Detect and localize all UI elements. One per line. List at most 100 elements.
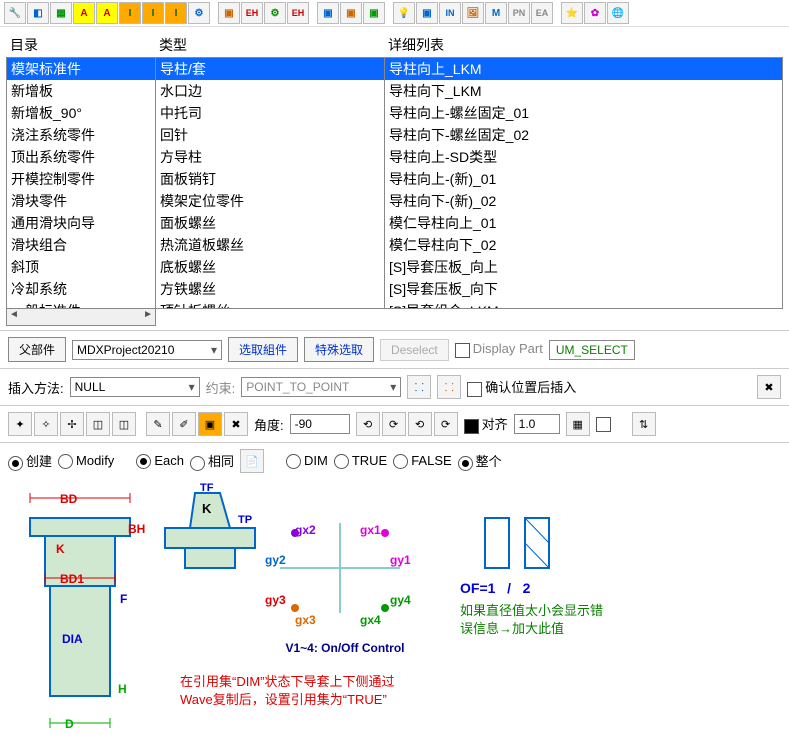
list-item[interactable]: 导柱向下_LKM (385, 80, 782, 102)
grid-checkbox[interactable] (596, 417, 611, 432)
insert-method-dropdown[interactable]: NULL (70, 377, 200, 397)
tb-icon[interactable]: 💡 (393, 2, 415, 24)
tb-icon[interactable]: EH (287, 2, 309, 24)
dim-radio[interactable]: DIM (286, 453, 328, 469)
info-icon[interactable]: 📄 (240, 449, 264, 473)
close-icon[interactable]: ✖ (757, 375, 781, 399)
list-item[interactable]: 回针 (156, 124, 384, 146)
tb-icon[interactable]: M (485, 2, 507, 24)
list-item[interactable]: 底板螺丝 (156, 256, 384, 278)
list-item[interactable]: 顶出系统零件 (7, 146, 155, 168)
same-radio[interactable]: 相同 (190, 451, 234, 470)
align-step-field[interactable] (514, 414, 560, 434)
tb-icon[interactable]: A (73, 2, 95, 24)
snap-icon[interactable]: ▣ (198, 412, 222, 436)
grid-icon[interactable]: ▦ (566, 412, 590, 436)
false-radio[interactable]: FALSE (393, 453, 451, 469)
list-item[interactable]: 导柱向上-螺丝固定_01 (385, 102, 782, 124)
snap-icon[interactable]: ✎ (146, 412, 170, 436)
tb-icon[interactable]: ⚙ (188, 2, 210, 24)
list-item[interactable]: 开模控制零件 (7, 168, 155, 190)
tb-icon[interactable]: ▣ (363, 2, 385, 24)
snap-icon[interactable]: ✖ (224, 412, 248, 436)
place-icon[interactable]: ⸬ (407, 375, 431, 399)
tb-icon[interactable]: 🔧 (4, 2, 26, 24)
detail-list[interactable]: 导柱向上_LKM导柱向下_LKM导柱向上-螺丝固定_01导柱向下-螺丝固定_02… (384, 57, 783, 309)
list-item[interactable]: 滑块零件 (7, 190, 155, 212)
list-item[interactable]: 面板销钉 (156, 168, 384, 190)
list-item[interactable]: 面板螺丝 (156, 212, 384, 234)
tb-icon[interactable]: I (165, 2, 187, 24)
tb-icon[interactable]: A (96, 2, 118, 24)
list-item[interactable]: 导柱向上-SD类型 (385, 146, 782, 168)
display-part-checkbox[interactable]: Display Part (455, 341, 543, 357)
list-item[interactable]: 模架标准件 (7, 58, 155, 80)
list-item[interactable]: 导柱向上-(新)_01 (385, 168, 782, 190)
list-item[interactable]: 模仁导柱向下_02 (385, 234, 782, 256)
snap-icon[interactable]: ◫ (112, 412, 136, 436)
list-item[interactable]: [S]导套组合_LKM (385, 300, 782, 309)
deselect-button[interactable]: Deselect (380, 339, 449, 361)
list-item[interactable]: 中托司 (156, 102, 384, 124)
tb-icon[interactable]: EH (241, 2, 263, 24)
confirm-pos-checkbox[interactable]: 确认位置后插入 (467, 377, 576, 396)
tb-icon[interactable]: I (142, 2, 164, 24)
list-item[interactable]: 导柱向下-螺丝固定_02 (385, 124, 782, 146)
tb-icon[interactable]: ⭐ (561, 2, 583, 24)
list-item[interactable]: 通用滑块向导 (7, 212, 155, 234)
rotate-icon[interactable]: ⟲ (356, 412, 380, 436)
true-radio[interactable]: TRUE (334, 453, 387, 469)
sort-icon[interactable]: ⇅ (632, 412, 656, 436)
list-item[interactable]: 冷却系统 (7, 278, 155, 300)
list-item[interactable]: 模架定位零件 (156, 190, 384, 212)
tb-icon[interactable]: IN (439, 2, 461, 24)
list-item[interactable]: 模仁导柱向上_01 (385, 212, 782, 234)
list-item[interactable]: 新增板 (7, 80, 155, 102)
special-select-button[interactable]: 特殊选取 (304, 337, 374, 362)
modify-radio[interactable]: Modify (58, 453, 114, 469)
each-radio[interactable]: Each (136, 453, 184, 469)
tb-icon[interactable]: ▣ (340, 2, 362, 24)
rotate-icon[interactable]: ⟲ (408, 412, 432, 436)
snap-icon[interactable]: ✧ (34, 412, 58, 436)
whole-radio[interactable]: 整个 (458, 451, 502, 470)
rotate-icon[interactable]: ⟳ (382, 412, 406, 436)
rotate-icon[interactable]: ⟳ (434, 412, 458, 436)
list-item[interactable]: 斜顶 (7, 256, 155, 278)
parent-label-button[interactable]: 父部件 (8, 337, 66, 362)
list-item[interactable]: 导柱/套 (156, 58, 384, 80)
list-item[interactable]: 导柱向下-(新)_02 (385, 190, 782, 212)
list-item[interactable]: 浇注系统零件 (7, 124, 155, 146)
align-checkbox[interactable]: 对齐 (464, 414, 508, 433)
tb-icon[interactable]: ▦ (50, 2, 72, 24)
tb-icon[interactable]: EA (531, 2, 553, 24)
list-item[interactable]: [S]导套压板_向上 (385, 256, 782, 278)
list-item[interactable]: 水口边 (156, 80, 384, 102)
catalog-list[interactable]: 模架标准件新增板新增板_90°浇注系统零件顶出系统零件开模控制零件滑块零件通用滑… (6, 57, 156, 309)
tb-icon[interactable]: PN (508, 2, 530, 24)
tb-icon[interactable]: ▣ (416, 2, 438, 24)
list-item[interactable]: 方铁螺丝 (156, 278, 384, 300)
tb-icon[interactable]: ▣ (317, 2, 339, 24)
snap-icon[interactable]: ◫ (86, 412, 110, 436)
parent-project-dropdown[interactable]: MDXProject20210 (72, 340, 222, 360)
tb-icon[interactable]: ▣ (218, 2, 240, 24)
hscrollbar[interactable] (6, 309, 156, 326)
snap-icon[interactable]: ✢ (60, 412, 84, 436)
create-radio[interactable]: 创建 (8, 451, 52, 470)
tb-icon[interactable]: I (119, 2, 141, 24)
list-item[interactable]: 滑块组合 (7, 234, 155, 256)
tb-icon[interactable]: 🌐 (607, 2, 629, 24)
tb-icon[interactable]: ⚙ (264, 2, 286, 24)
tb-icon[interactable]: ✿ (584, 2, 606, 24)
list-item[interactable]: 顶针板螺丝 (156, 300, 384, 309)
list-item[interactable]: [S]导套压板_向下 (385, 278, 782, 300)
tb-icon[interactable]: 🖼 (462, 2, 484, 24)
list-item[interactable]: 新增板_90° (7, 102, 155, 124)
list-item[interactable]: 方导柱 (156, 146, 384, 168)
um-select-tag[interactable]: UM_SELECT (549, 340, 635, 360)
list-item[interactable]: 一般标准件 (7, 300, 155, 309)
constraint-dropdown[interactable]: POINT_TO_POINT (241, 377, 401, 397)
place-icon[interactable]: ⸬ (437, 375, 461, 399)
list-item[interactable]: 热流道板螺丝 (156, 234, 384, 256)
